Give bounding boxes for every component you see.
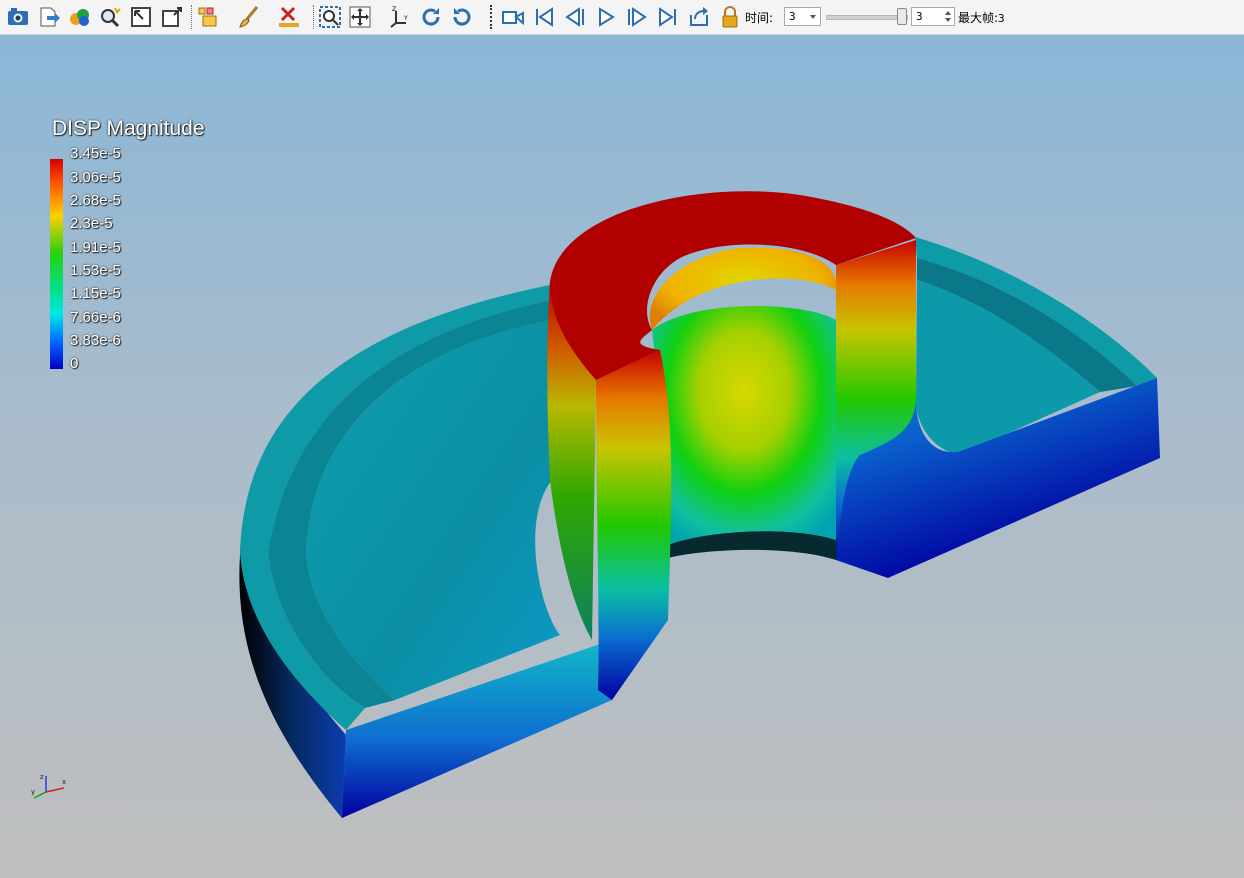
toolbar: ZY 时间: 3 3 最大帧:3 xyxy=(0,0,1244,35)
fit-view-icon[interactable] xyxy=(129,5,153,29)
separator xyxy=(191,5,194,29)
legend-tick: 2.68e-5 xyxy=(70,192,121,209)
separator xyxy=(313,5,316,29)
delete-ruler-icon[interactable] xyxy=(277,5,301,29)
legend-color-bar xyxy=(50,159,63,369)
svg-text:Z: Z xyxy=(392,6,396,13)
rotate-ccw-icon[interactable] xyxy=(450,5,474,29)
time-select[interactable]: 3 xyxy=(784,7,821,26)
time-label: 时间: xyxy=(745,11,774,25)
prev-frame-icon[interactable] xyxy=(563,5,587,29)
orientation-axes-icon: z x y xyxy=(31,773,66,799)
next-frame-icon[interactable] xyxy=(625,5,649,29)
toolbar-grip[interactable] xyxy=(490,5,495,29)
spin-down-icon[interactable] xyxy=(945,18,951,22)
export-icon[interactable] xyxy=(37,5,61,29)
brush-icon[interactable] xyxy=(237,5,261,29)
legend-tick: 7.66e-6 xyxy=(70,309,121,326)
legend-tick: 2.3e-5 xyxy=(70,215,113,232)
legend-tick: 0 xyxy=(70,355,79,372)
lock-icon[interactable] xyxy=(718,5,742,29)
time-select-value: 3 xyxy=(789,10,796,23)
legend-tick: 3.45e-5 xyxy=(70,145,121,162)
first-frame-icon[interactable] xyxy=(532,5,556,29)
color-map-icon[interactable] xyxy=(68,5,92,29)
3d-model xyxy=(239,191,1160,818)
axis-z-label: z xyxy=(40,773,44,781)
legend-tick: 1.53e-5 xyxy=(70,262,121,279)
camera-record-icon[interactable] xyxy=(501,5,525,29)
frame-spinbox[interactable]: 3 xyxy=(911,7,955,26)
zoom-box-icon[interactable] xyxy=(160,5,184,29)
last-frame-icon[interactable] xyxy=(656,5,680,29)
chevron-down-icon xyxy=(810,15,816,19)
rotate-cw-icon[interactable] xyxy=(419,5,443,29)
layers-icon[interactable] xyxy=(197,5,221,29)
spin-up-icon[interactable] xyxy=(945,11,951,15)
move-icon[interactable] xyxy=(348,5,372,29)
play-icon[interactable] xyxy=(594,5,618,29)
loop-icon[interactable] xyxy=(687,5,711,29)
legend-tick: 3.83e-6 xyxy=(70,332,121,349)
axis-y-label: y xyxy=(31,788,35,796)
max-frame: 最大帧:3 xyxy=(958,9,1005,26)
svg-text:Y: Y xyxy=(403,15,408,22)
axis-x-label: x xyxy=(62,778,66,786)
time-slider-handle[interactable] xyxy=(897,8,907,25)
legend-tick: 3.06e-5 xyxy=(70,169,121,186)
max-frame-label: 最大帧: xyxy=(958,11,999,25)
zoom-selection-icon[interactable] xyxy=(318,5,342,29)
camera-icon[interactable] xyxy=(6,5,30,29)
frame-spinbox-value: 3 xyxy=(916,10,923,23)
render-viewport[interactable]: DISP Magnitude 3.45e-5 3.06e-5 2.68e-5 2… xyxy=(0,35,1244,878)
legend-tick: 1.15e-5 xyxy=(70,285,121,302)
legend-tick: 1.91e-5 xyxy=(70,239,121,256)
time-slider-track[interactable] xyxy=(826,15,908,20)
max-frame-value: 3 xyxy=(998,12,1005,25)
axes-orient-icon[interactable]: ZY xyxy=(388,5,412,29)
magnify-icon[interactable] xyxy=(98,5,122,29)
legend-title: DISP Magnitude xyxy=(52,117,205,140)
